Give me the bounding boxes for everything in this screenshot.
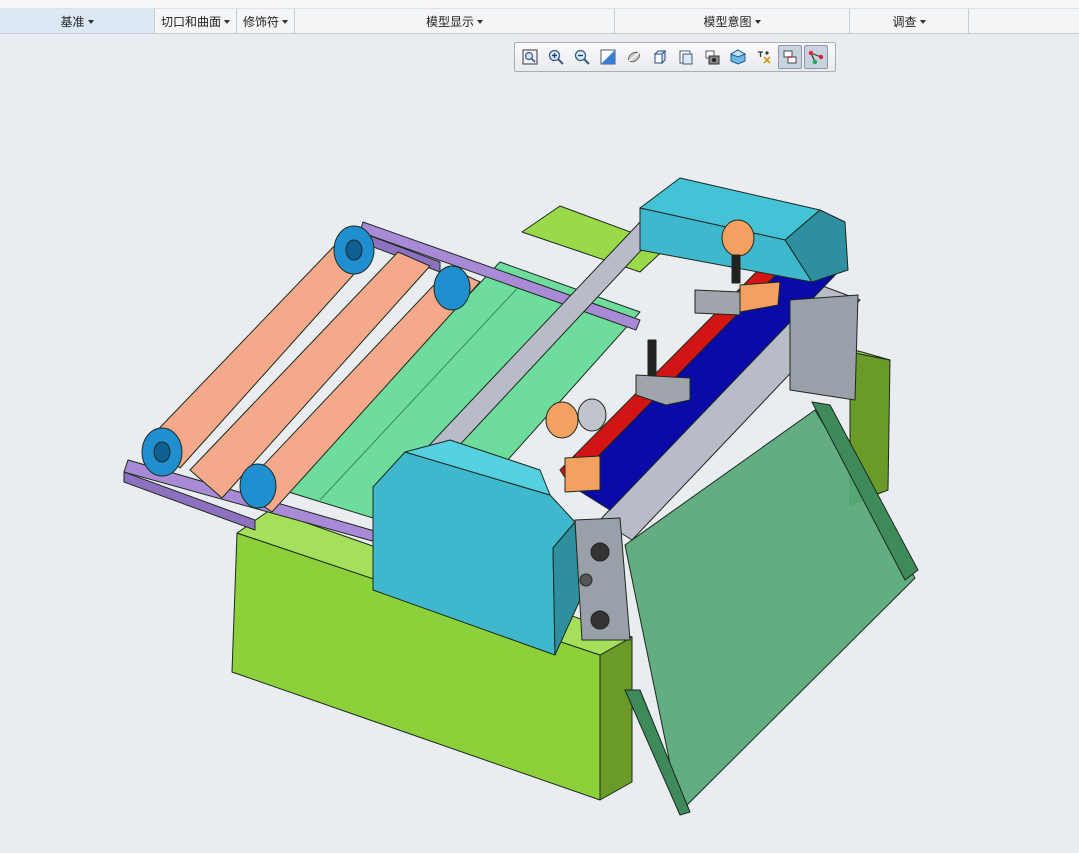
chevron-down-icon	[224, 19, 230, 24]
group-model-intent[interactable]: 模型意图	[615, 9, 850, 33]
group-modifier-label: 修饰符	[242, 14, 279, 29]
chevron-down-icon	[282, 19, 288, 24]
machine-model	[123, 177, 919, 816]
group-modifier[interactable]: 修饰符	[237, 9, 295, 33]
group-model-display[interactable]: 模型显示	[295, 9, 615, 33]
ribbon-tab-strip	[0, 0, 1079, 9]
group-datum-label: 基准	[60, 14, 85, 29]
group-investigate-label: 调查	[892, 14, 917, 29]
chevron-down-icon	[87, 19, 94, 24]
group-investigate[interactable]: 调查	[850, 9, 969, 33]
chevron-down-icon	[754, 19, 761, 24]
chevron-down-icon	[477, 19, 483, 24]
group-cut-surface-label: 切口和曲面	[160, 14, 221, 29]
group-model-intent-label: 模型意图	[703, 14, 752, 29]
group-model-display-label: 模型显示	[425, 14, 474, 29]
group-cut-surface[interactable]: 切口和曲面	[155, 9, 237, 33]
chevron-down-icon	[919, 19, 926, 24]
group-datum[interactable]: 基准	[0, 9, 155, 33]
ribbon-bar: 基准 切口和曲面 修饰符 模型显示 模型意图 调查	[0, 0, 1079, 34]
graphics-window[interactable]	[0, 35, 1079, 853]
